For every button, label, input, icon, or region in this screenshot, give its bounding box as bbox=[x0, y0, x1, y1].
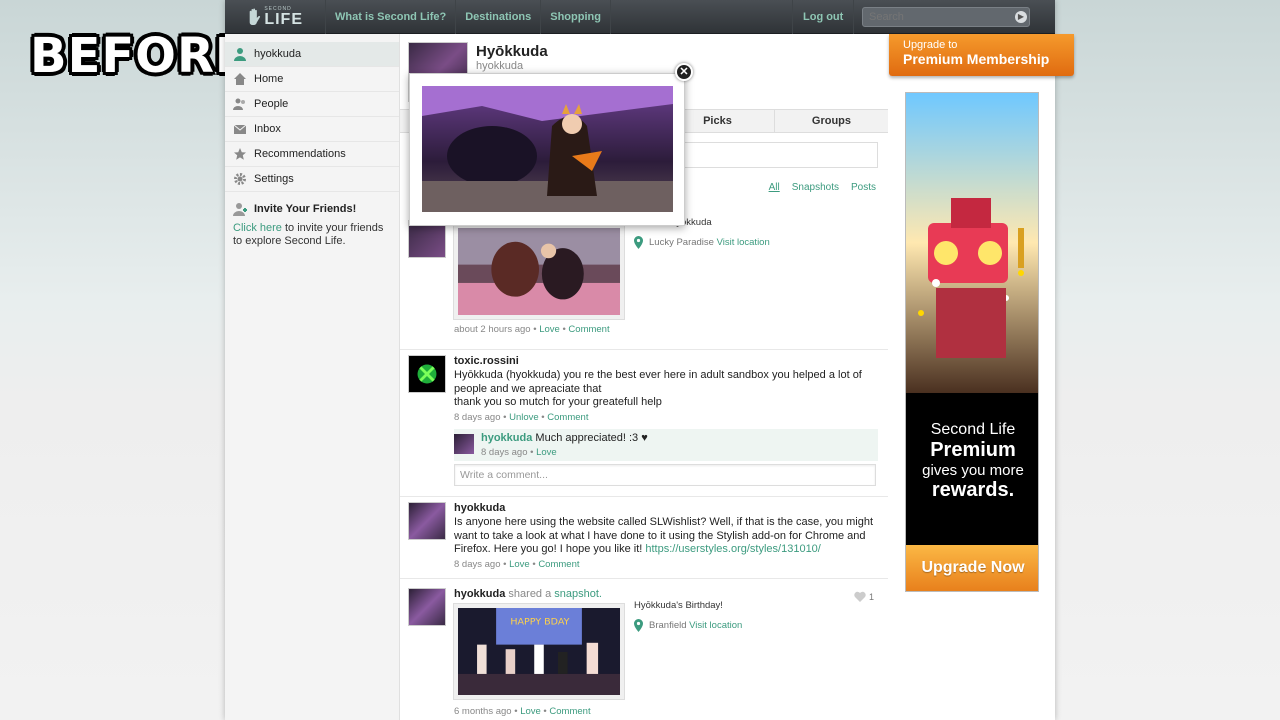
love-link[interactable]: Love bbox=[520, 706, 541, 717]
sidebar-item-profile[interactable]: hyokkuda bbox=[225, 42, 399, 67]
invite-click-here-link[interactable]: Click here bbox=[233, 222, 282, 234]
upgrade-now-button[interactable]: Upgrade Now bbox=[906, 545, 1038, 591]
sidebar-item-label: People bbox=[254, 98, 289, 110]
search-input[interactable] bbox=[862, 7, 1030, 27]
top-nav-bar: SECOND LIFE What is Second Life? Destina… bbox=[225, 0, 1055, 34]
main-nav: What is Second Life? Destinations Shoppi… bbox=[325, 0, 611, 34]
sidebar-item-recommendations[interactable]: Recommendations bbox=[225, 142, 399, 167]
second-life-logo[interactable]: SECOND LIFE bbox=[247, 5, 303, 29]
visit-location-link[interactable]: Visit location bbox=[717, 237, 770, 248]
nav-destinations[interactable]: Destinations bbox=[455, 0, 540, 34]
before-label: BEFORE bbox=[30, 28, 249, 84]
popup-snapshot-image bbox=[422, 86, 673, 212]
invite-title: Invite Your Friends! bbox=[254, 203, 357, 215]
sidebar-item-inbox[interactable]: Inbox bbox=[225, 117, 399, 142]
home-icon bbox=[234, 73, 246, 85]
premium-ad-banner[interactable]: Second Life Premium gives you more rewar… bbox=[905, 92, 1039, 592]
unlove-link[interactable]: Unlove bbox=[509, 412, 539, 423]
comment-link[interactable]: Comment bbox=[547, 412, 588, 423]
tab-groups[interactable]: Groups bbox=[773, 110, 888, 132]
logo-big-text: LIFE bbox=[264, 10, 303, 28]
upgrade-big-text: Premium Membership bbox=[903, 51, 1050, 67]
sidebar-item-label: Recommendations bbox=[254, 148, 346, 160]
comment-reply: hyokkuda Much appreciated! :3 ♥ 8 days a… bbox=[454, 428, 878, 461]
reply-time: 8 days ago bbox=[481, 446, 528, 458]
feed-post-text: thank you so mutch for your greatefull h… bbox=[454, 396, 662, 408]
sidebar: hyokkuda Home People Inbox Recommendatio… bbox=[225, 34, 400, 720]
snapshot-image[interactable] bbox=[453, 223, 625, 320]
sidebar-item-people[interactable]: People bbox=[225, 92, 399, 117]
snapshot-popup bbox=[409, 73, 685, 226]
gear-icon bbox=[234, 173, 246, 185]
sidebar-item-label: hyokkuda bbox=[254, 48, 302, 60]
reply-username[interactable]: hyokkuda bbox=[481, 432, 532, 444]
reply-text: Much appreciated! :3 ♥ bbox=[535, 431, 648, 444]
comment-link[interactable]: Comment bbox=[568, 324, 609, 335]
shared-text: shared a bbox=[505, 588, 555, 600]
feed-filters: All Snapshots Posts bbox=[769, 182, 876, 193]
sidebar-item-label: Home bbox=[254, 73, 284, 85]
search-go-icon[interactable]: ▶ bbox=[1015, 11, 1027, 23]
sidebar-item-label: Inbox bbox=[254, 123, 281, 135]
inbox-icon bbox=[233, 124, 247, 134]
nav-what-is-second-life[interactable]: What is Second Life? bbox=[325, 0, 455, 34]
sidebar-item-settings[interactable]: Settings bbox=[225, 167, 399, 192]
snapshot-caption: Hyōkkuda's Birthday! bbox=[634, 600, 723, 611]
people-icon bbox=[233, 98, 245, 110]
filter-all[interactable]: All bbox=[769, 182, 780, 193]
location-pin-icon bbox=[634, 619, 643, 632]
ad-line-2: Premium bbox=[930, 439, 1016, 461]
feed-avatar[interactable] bbox=[408, 502, 446, 540]
snapshot-image[interactable]: HAPPY BDAY bbox=[453, 603, 625, 700]
feed-username[interactable]: toxic.rossini bbox=[454, 355, 878, 367]
feed-username[interactable]: hyokkuda bbox=[454, 502, 878, 514]
hand-logo-icon bbox=[249, 8, 261, 26]
add-user-icon bbox=[233, 203, 247, 216]
ad-line-1: Second Life bbox=[930, 421, 1016, 438]
star-icon bbox=[234, 148, 246, 160]
invite-friends-box: Invite Your Friends! Click here to invit… bbox=[225, 192, 399, 258]
upgrade-premium-button[interactable]: Upgrade to Premium Membership bbox=[889, 34, 1074, 76]
ad-line-3: gives you more bbox=[922, 462, 1024, 479]
feed-time: 8 days ago bbox=[454, 558, 501, 570]
user-icon bbox=[234, 48, 246, 61]
visit-location-link[interactable]: Visit location bbox=[689, 620, 742, 631]
feed-username[interactable]: hyokkuda bbox=[454, 588, 505, 600]
comment-link[interactable]: Comment bbox=[538, 559, 579, 570]
reply-love-link[interactable]: Love bbox=[536, 447, 557, 458]
location-name: Lucky Paradise bbox=[649, 237, 714, 248]
profile-username: hyokkuda bbox=[476, 60, 524, 72]
love-link[interactable]: Love bbox=[539, 324, 560, 335]
comment-input[interactable]: Write a comment... bbox=[454, 463, 876, 486]
robot-ad-art bbox=[906, 93, 1038, 393]
location-pin-icon bbox=[634, 236, 643, 249]
ad-line-4: rewards. bbox=[931, 479, 1015, 501]
reply-avatar[interactable] bbox=[454, 433, 474, 454]
feed-time: 8 days ago bbox=[454, 411, 501, 423]
location-name: Branfield bbox=[649, 620, 687, 631]
feed-time: about 2 hours ago bbox=[454, 324, 531, 335]
sidebar-item-home[interactable]: Home bbox=[225, 67, 399, 92]
filter-snapshots[interactable]: Snapshots bbox=[792, 182, 839, 193]
upgrade-small-text: Upgrade to bbox=[903, 39, 958, 51]
profile-display-name: Hyōkkuda bbox=[476, 43, 548, 60]
snapshot-link[interactable]: snapshot. bbox=[554, 588, 602, 600]
feed-post-text: Hyōkkuda (hyokkuda) you re the best ever… bbox=[454, 369, 862, 395]
filter-posts[interactable]: Posts bbox=[851, 182, 876, 193]
feed-avatar[interactable] bbox=[408, 355, 446, 393]
svg-text:HAPPY BDAY: HAPPY BDAY bbox=[510, 617, 569, 628]
close-icon[interactable]: ✕ bbox=[675, 63, 693, 81]
feed-time: 6 months ago bbox=[454, 706, 512, 717]
logout-link[interactable]: Log out bbox=[792, 0, 855, 34]
post-url-link[interactable]: https://userstyles.org/styles/131010/ bbox=[645, 543, 820, 555]
sidebar-item-label: Settings bbox=[254, 173, 294, 185]
nav-shopping[interactable]: Shopping bbox=[540, 0, 611, 34]
comment-link[interactable]: Comment bbox=[549, 706, 590, 717]
love-link[interactable]: Love bbox=[509, 559, 530, 570]
feed-avatar[interactable] bbox=[408, 588, 446, 626]
